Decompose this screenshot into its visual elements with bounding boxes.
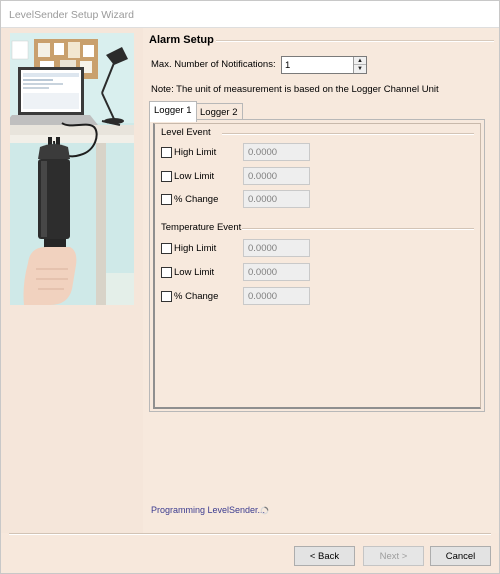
window-title: LevelSender Setup Wizard	[9, 9, 134, 21]
temp-high-limit-label: High Limit	[174, 243, 217, 254]
status-text: Programming LevelSender...	[151, 505, 266, 515]
level-percent-change-checkbox[interactable]	[161, 194, 172, 205]
temperature-event-title: Temperature Event	[161, 222, 242, 233]
cancel-button[interactable]: Cancel	[430, 546, 491, 566]
level-percent-change-label: % Change	[174, 194, 219, 205]
level-low-limit-checkbox[interactable]	[161, 171, 172, 182]
temp-low-limit-label: Low Limit	[174, 267, 215, 278]
back-button[interactable]: < Back	[294, 546, 355, 566]
title-bar: LevelSender Setup Wizard	[1, 1, 499, 28]
level-event-title: Level Event	[161, 127, 211, 138]
temp-high-limit-checkbox[interactable]	[161, 243, 172, 254]
spin-buttons: ▲ ▼	[353, 57, 366, 73]
temperature-event-divider	[242, 228, 474, 230]
notifications-input[interactable]	[282, 57, 354, 73]
wizard-window: LevelSender Setup Wizard Alarm Setup Max…	[0, 0, 500, 574]
progress-spinner-icon	[260, 506, 269, 515]
spin-down-icon[interactable]: ▼	[354, 65, 366, 73]
level-low-limit-label: Low Limit	[174, 171, 215, 182]
level-high-limit-label: High Limit	[174, 147, 217, 158]
temp-low-limit-checkbox[interactable]	[161, 267, 172, 278]
tab-logger-1[interactable]: Logger 1	[149, 101, 197, 122]
level-event-divider	[222, 133, 474, 135]
footer-divider	[9, 533, 491, 535]
page-title: Alarm Setup	[149, 34, 214, 46]
temp-percent-change-label: % Change	[174, 291, 219, 302]
level-high-limit-checkbox[interactable]	[161, 147, 172, 158]
notifications-spinner[interactable]: ▲ ▼	[281, 56, 367, 74]
level-low-limit-field: 0.0000	[243, 167, 310, 185]
alarm-frame	[153, 123, 481, 409]
spin-up-icon[interactable]: ▲	[354, 57, 366, 65]
header-divider	[216, 40, 494, 42]
notifications-label: Max. Number of Notifications:	[151, 59, 276, 70]
unit-note: Note: The unit of measurement is based o…	[151, 84, 439, 95]
temp-high-limit-field: 0.0000	[243, 239, 310, 257]
levelsender-illustration	[10, 33, 134, 305]
temp-percent-change-checkbox[interactable]	[161, 291, 172, 302]
temp-low-limit-field: 0.0000	[243, 263, 310, 281]
next-button[interactable]: Next >	[363, 546, 424, 566]
temp-percent-change-field: 0.0000	[243, 287, 310, 305]
level-percent-change-field: 0.0000	[243, 190, 310, 208]
level-high-limit-field: 0.0000	[243, 143, 310, 161]
